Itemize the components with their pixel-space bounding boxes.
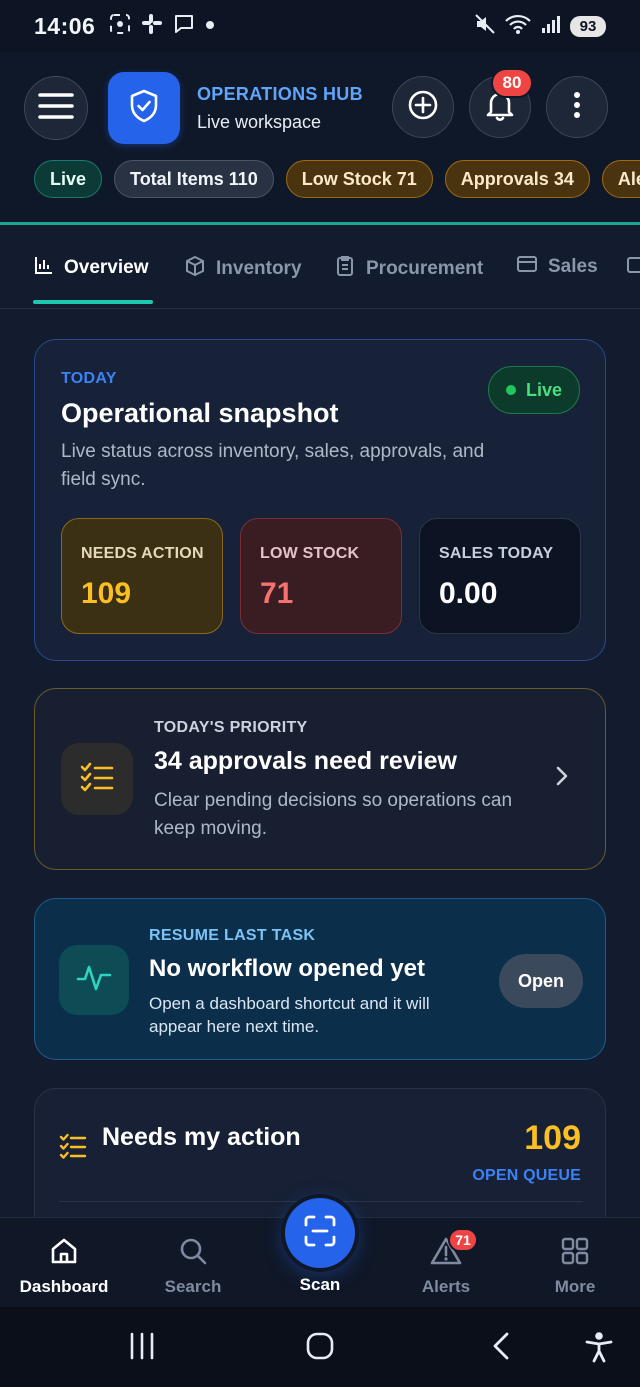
snapshot-title: Operational snapshot: [61, 398, 339, 428]
needs-action-title: Needs my action: [102, 1123, 301, 1151]
status-time: 14:06: [34, 12, 96, 39]
scan-icon: [303, 1214, 337, 1253]
tab-overview[interactable]: Overview: [34, 255, 149, 281]
stat-sales-today[interactable]: SALES TODAY 0.00: [419, 518, 581, 634]
grid-icon: [560, 1236, 590, 1271]
bar-chart-icon: [34, 255, 54, 281]
chip-low-stock[interactable]: Low Stock 71: [285, 160, 433, 198]
resume-eyebrow: RESUME LAST TASK: [149, 927, 316, 944]
recents-icon[interactable]: [128, 1331, 156, 1366]
more-vert-icon: [573, 91, 581, 124]
screenshot-icon: [109, 13, 131, 40]
resume-title: No workflow opened yet: [149, 955, 426, 982]
chevron-right-icon: [555, 765, 569, 792]
chip-total-items[interactable]: Total Items 110: [114, 160, 274, 198]
more-options-button[interactable]: [546, 76, 608, 138]
stat-value: 71: [260, 577, 294, 610]
checklist-icon: [80, 762, 114, 797]
stat-needs-action[interactable]: NEEDS ACTION 109: [61, 518, 223, 634]
shield-check-icon: [128, 89, 160, 128]
priority-eyebrow: TODAY'S PRIORITY: [154, 719, 308, 736]
resume-icon-tile: [59, 945, 129, 1015]
operational-snapshot-card: TODAY Operational snapshot Live status a…: [34, 339, 606, 661]
needs-action-count: 109: [524, 1119, 581, 1157]
nav-label: Dashboard: [19, 1277, 109, 1296]
priority-description: Clear pending decisions so operations ca…: [154, 790, 513, 839]
chip-alerts[interactable]: Aler: [601, 160, 640, 198]
nav-label: More: [554, 1277, 596, 1296]
checklist-icon: [59, 1133, 87, 1164]
app-logo: [108, 72, 180, 144]
resume-last-task-card: RESUME LAST TASK No workflow opened yet …: [34, 898, 606, 1060]
system-navigation-bar: [0, 1307, 640, 1387]
app-subtitle: Live workspace: [197, 112, 322, 132]
status-chips: Live Total Items 110 Low Stock 71 Approv…: [34, 160, 640, 198]
stat-label: SALES TODAY: [439, 545, 554, 562]
tab-procurement[interactable]: Procurement: [334, 255, 483, 283]
home-circle-icon[interactable]: [305, 1331, 335, 1366]
battery-indicator: 93: [570, 15, 606, 37]
priority-title: 34 approvals need review: [154, 747, 457, 775]
section-tabs: Overview Inventory Procurement Sales: [0, 225, 640, 309]
status-bar: 14:06 93: [0, 0, 640, 52]
message-icon: [173, 13, 195, 40]
todays-priority-card[interactable]: TODAY'S PRIORITY 34 approvals need revie…: [34, 688, 606, 870]
nav-label: Alerts: [421, 1277, 471, 1296]
mute-icon: [474, 13, 496, 40]
app-header: OPERATIONS HUB Live workspace 80 Live To…: [0, 52, 640, 224]
tab-label: Sales: [548, 256, 598, 277]
priority-icon-tile: [61, 743, 133, 815]
alerts-badge: 71: [448, 1228, 478, 1252]
tab-sales[interactable]: Sales: [516, 255, 598, 279]
clipboard-icon: [334, 255, 356, 283]
scan-label: Scan: [299, 1275, 341, 1294]
snapshot-description: Live status across inventory, sales, app…: [61, 441, 485, 490]
stat-value: 0.00: [439, 577, 498, 610]
hamburger-menu-icon: [38, 92, 74, 125]
tab-label: Procurement: [366, 258, 484, 279]
live-status-badge: Live: [488, 366, 580, 414]
tab-more-overflow[interactable]: [626, 255, 640, 281]
stat-low-stock[interactable]: LOW STOCK 71: [240, 518, 402, 634]
folder-icon: [626, 255, 640, 281]
home-icon: [49, 1236, 79, 1271]
scan-button[interactable]: [285, 1198, 355, 1268]
stat-value: 109: [81, 577, 132, 610]
live-label: Live: [525, 379, 563, 400]
tab-label: Inventory: [216, 258, 302, 279]
stat-label: NEEDS ACTION: [81, 545, 204, 562]
back-icon[interactable]: [490, 1331, 512, 1366]
signal-icon: [540, 13, 562, 40]
chip-approvals[interactable]: Approvals 34: [444, 160, 590, 198]
tab-label: Overview: [64, 257, 149, 278]
open-button[interactable]: Open: [499, 954, 583, 1008]
nav-search[interactable]: Search: [138, 1236, 248, 1297]
card-icon: [516, 255, 538, 279]
add-icon: [407, 89, 439, 126]
slack-icon: [141, 13, 163, 40]
nav-more[interactable]: More: [520, 1236, 630, 1297]
bottom-navigation: Dashboard Search Scan Alerts 71 More: [0, 1198, 640, 1307]
activity-icon: [76, 963, 112, 998]
search-icon: [178, 1236, 208, 1271]
app-title: OPERATIONS HUB: [197, 84, 363, 104]
nav-alerts[interactable]: Alerts: [391, 1236, 501, 1297]
nav-label: Search: [164, 1277, 222, 1296]
resume-description: Open a dashboard shortcut and it will ap…: [149, 994, 430, 1036]
dot-icon: [205, 17, 215, 35]
add-button[interactable]: [392, 76, 454, 138]
chip-live[interactable]: Live: [34, 160, 103, 198]
active-tab-indicator: [33, 300, 153, 304]
nav-dashboard[interactable]: Dashboard: [9, 1236, 119, 1297]
stat-label: LOW STOCK: [260, 545, 360, 562]
live-dot-icon: [505, 385, 516, 395]
box-icon: [184, 255, 206, 283]
snapshot-eyebrow: TODAY: [61, 370, 117, 387]
open-queue-link[interactable]: OPEN QUEUE: [472, 1167, 581, 1185]
notification-badge: 80: [491, 68, 533, 98]
wifi-icon: [504, 13, 532, 40]
menu-button[interactable]: [24, 76, 88, 140]
accessibility-icon[interactable]: [584, 1331, 614, 1368]
tab-inventory[interactable]: Inventory: [184, 255, 302, 283]
